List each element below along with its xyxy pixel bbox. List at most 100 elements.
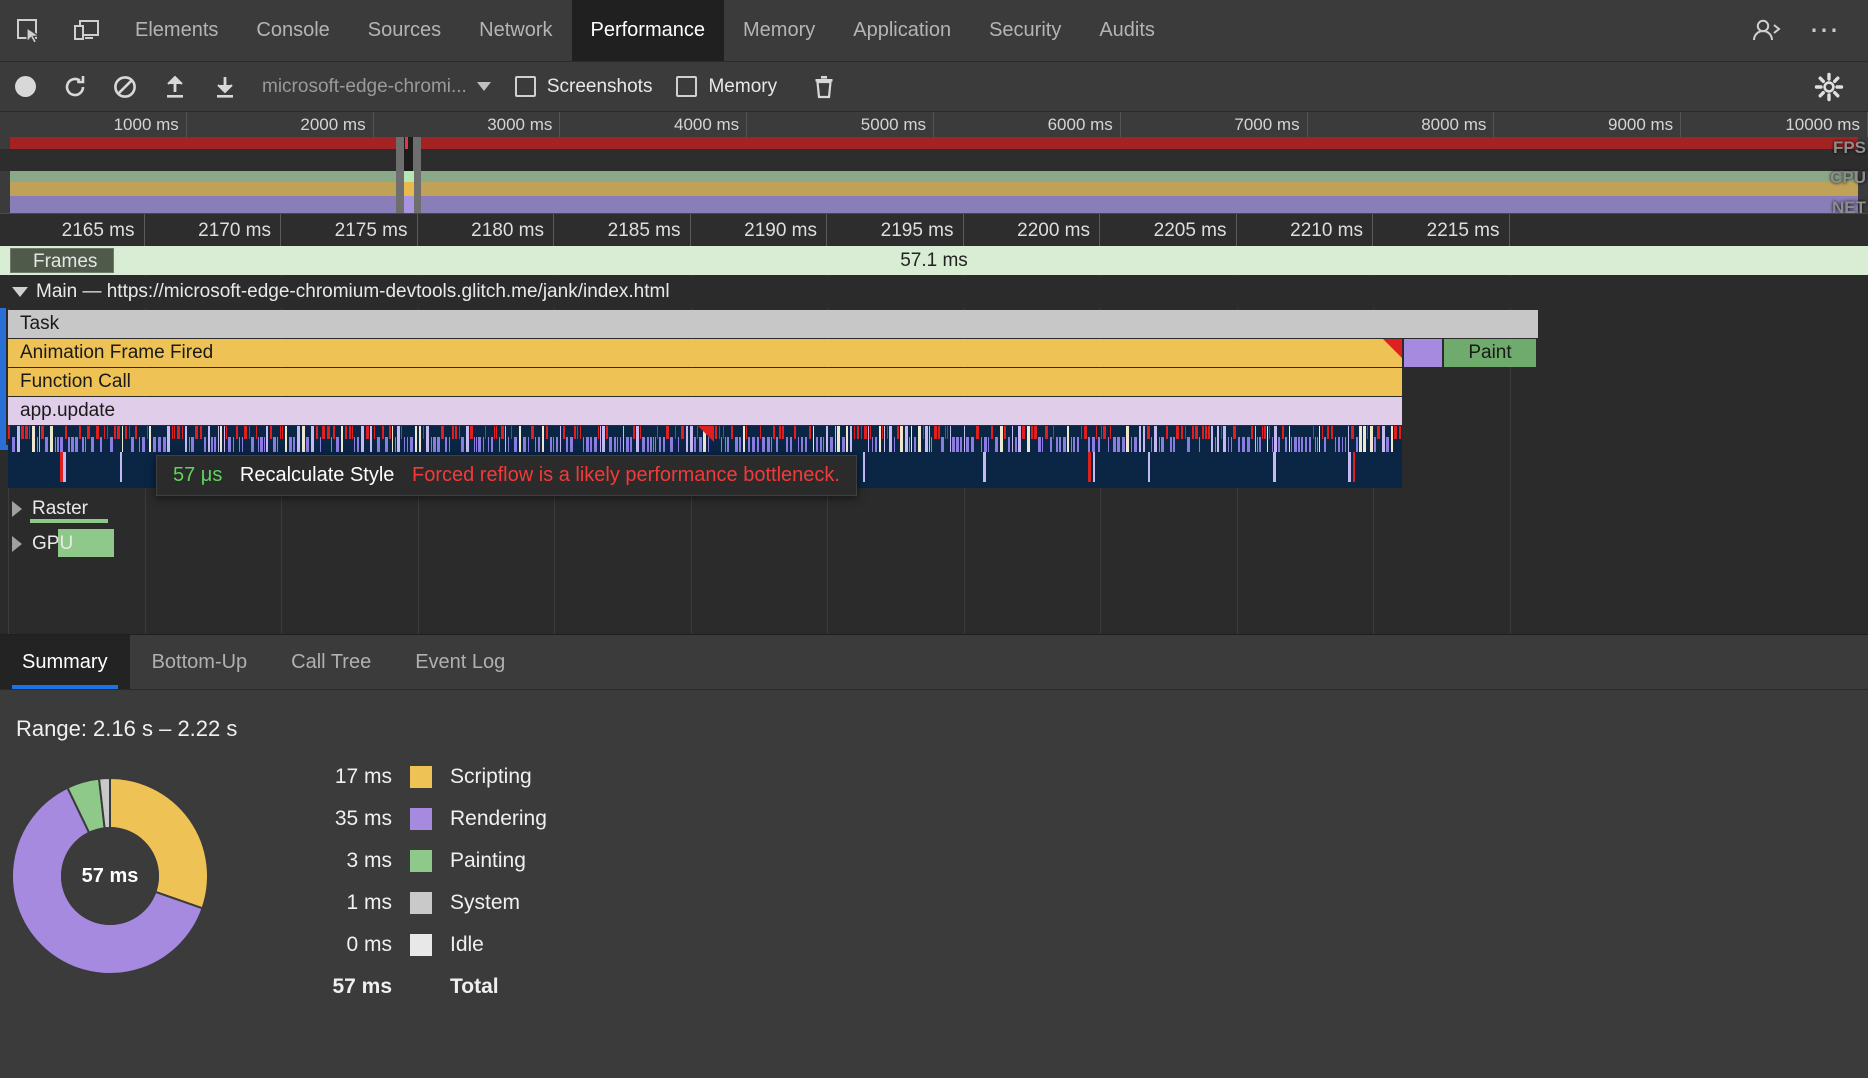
micro-event[interactable] bbox=[960, 437, 962, 452]
flame-dense-band[interactable] bbox=[8, 426, 1402, 452]
micro-event[interactable] bbox=[12, 437, 15, 452]
micro-event[interactable] bbox=[675, 426, 676, 439]
micro-event[interactable] bbox=[341, 426, 343, 452]
micro-event[interactable] bbox=[1298, 437, 1300, 452]
micro-event[interactable] bbox=[1067, 426, 1069, 452]
triangle-right-icon[interactable] bbox=[12, 501, 22, 517]
record-circle-icon[interactable] bbox=[0, 62, 50, 112]
triangle-down-icon[interactable] bbox=[12, 287, 28, 297]
legend-row[interactable]: 1 msSystem bbox=[300, 882, 547, 924]
micro-event[interactable] bbox=[620, 437, 621, 452]
micro-event[interactable] bbox=[167, 426, 170, 452]
micro-event[interactable] bbox=[1247, 437, 1250, 452]
micro-event[interactable] bbox=[233, 437, 234, 452]
micro-event[interactable] bbox=[85, 437, 86, 452]
micro-event[interactable] bbox=[1092, 437, 1095, 452]
micro-event[interactable] bbox=[690, 426, 693, 452]
sparse-event[interactable] bbox=[983, 452, 986, 482]
micro-event[interactable] bbox=[519, 426, 521, 452]
micro-event[interactable] bbox=[868, 426, 869, 452]
micro-event[interactable] bbox=[104, 426, 105, 439]
micro-event[interactable] bbox=[395, 437, 396, 452]
micro-event[interactable] bbox=[239, 437, 240, 452]
micro-event[interactable] bbox=[1394, 426, 1397, 439]
sparse-event[interactable] bbox=[120, 452, 122, 482]
micro-event[interactable] bbox=[782, 426, 784, 439]
micro-event[interactable] bbox=[623, 426, 624, 452]
micro-event[interactable] bbox=[1059, 437, 1061, 452]
micro-event[interactable] bbox=[642, 437, 645, 452]
micro-event[interactable] bbox=[630, 437, 632, 452]
micro-event[interactable] bbox=[1195, 426, 1198, 439]
micro-event[interactable] bbox=[830, 437, 833, 452]
micro-event[interactable] bbox=[260, 437, 263, 452]
micro-event[interactable] bbox=[580, 426, 581, 439]
micro-event[interactable] bbox=[1324, 437, 1326, 452]
micro-event[interactable] bbox=[947, 426, 948, 439]
micro-event[interactable] bbox=[256, 426, 257, 439]
micro-event[interactable] bbox=[820, 437, 822, 452]
micro-event[interactable] bbox=[1096, 426, 1097, 439]
micro-event[interactable] bbox=[1050, 437, 1052, 452]
micro-event[interactable] bbox=[45, 437, 48, 452]
inspect-element-icon[interactable] bbox=[0, 0, 58, 61]
micro-event[interactable] bbox=[445, 437, 447, 452]
micro-event[interactable] bbox=[633, 426, 635, 439]
micro-event[interactable] bbox=[82, 437, 84, 452]
selection-handle-right[interactable] bbox=[413, 137, 421, 213]
micro-event[interactable] bbox=[71, 437, 74, 452]
micro-event[interactable] bbox=[1018, 426, 1021, 452]
micro-event[interactable] bbox=[1159, 437, 1160, 452]
micro-event[interactable] bbox=[805, 437, 807, 452]
sparse-event[interactable] bbox=[1348, 452, 1351, 482]
micro-event[interactable] bbox=[423, 426, 424, 439]
micro-event[interactable] bbox=[1217, 426, 1219, 452]
micro-event[interactable] bbox=[1345, 437, 1346, 452]
micro-event[interactable] bbox=[900, 426, 903, 452]
micro-event[interactable] bbox=[570, 437, 573, 452]
micro-event[interactable] bbox=[285, 426, 287, 452]
micro-event[interactable] bbox=[218, 426, 219, 452]
micro-event[interactable] bbox=[1331, 426, 1333, 439]
micro-event[interactable] bbox=[757, 437, 759, 452]
micro-event[interactable] bbox=[1294, 437, 1297, 452]
micro-event[interactable] bbox=[1348, 426, 1349, 452]
micro-event[interactable] bbox=[1399, 426, 1401, 439]
frames-track[interactable]: Frames 57.1 ms bbox=[0, 246, 1868, 275]
micro-event[interactable] bbox=[177, 426, 180, 439]
micro-event[interactable] bbox=[491, 437, 493, 452]
micro-event[interactable] bbox=[1291, 437, 1292, 452]
micro-event[interactable] bbox=[538, 437, 540, 452]
micro-event[interactable] bbox=[553, 437, 554, 452]
micro-event[interactable] bbox=[1034, 426, 1037, 439]
micro-event[interactable] bbox=[583, 437, 584, 452]
micro-event[interactable] bbox=[466, 426, 469, 452]
legend-row[interactable]: 0 msIdle bbox=[300, 924, 547, 966]
micro-event[interactable] bbox=[392, 426, 393, 452]
micro-event[interactable] bbox=[452, 426, 454, 439]
micro-event[interactable] bbox=[650, 437, 652, 452]
micro-event[interactable] bbox=[1022, 426, 1025, 439]
micro-event[interactable] bbox=[476, 437, 477, 452]
micro-event[interactable] bbox=[911, 426, 912, 452]
micro-event[interactable] bbox=[336, 437, 339, 452]
micro-event[interactable] bbox=[1071, 437, 1072, 452]
micro-event[interactable] bbox=[91, 437, 94, 452]
micro-event[interactable] bbox=[1301, 437, 1303, 452]
micro-event[interactable] bbox=[1313, 426, 1314, 439]
micro-event[interactable] bbox=[404, 437, 405, 452]
micro-event[interactable] bbox=[461, 437, 464, 452]
flame-bar-paint[interactable]: Paint bbox=[1444, 339, 1536, 367]
micro-event[interactable] bbox=[1015, 437, 1017, 452]
flame-bar-app-update[interactable]: app.update bbox=[8, 397, 1402, 425]
micro-event[interactable] bbox=[370, 426, 372, 452]
micro-event[interactable] bbox=[931, 437, 932, 452]
micro-event[interactable] bbox=[528, 437, 529, 452]
tab-sources[interactable]: Sources bbox=[349, 0, 460, 61]
micro-event[interactable] bbox=[647, 437, 649, 452]
micro-event[interactable] bbox=[8, 426, 10, 439]
micro-event[interactable] bbox=[966, 437, 969, 452]
micro-event[interactable] bbox=[934, 426, 937, 439]
micro-event[interactable] bbox=[282, 426, 283, 439]
micro-event[interactable] bbox=[1285, 437, 1287, 452]
